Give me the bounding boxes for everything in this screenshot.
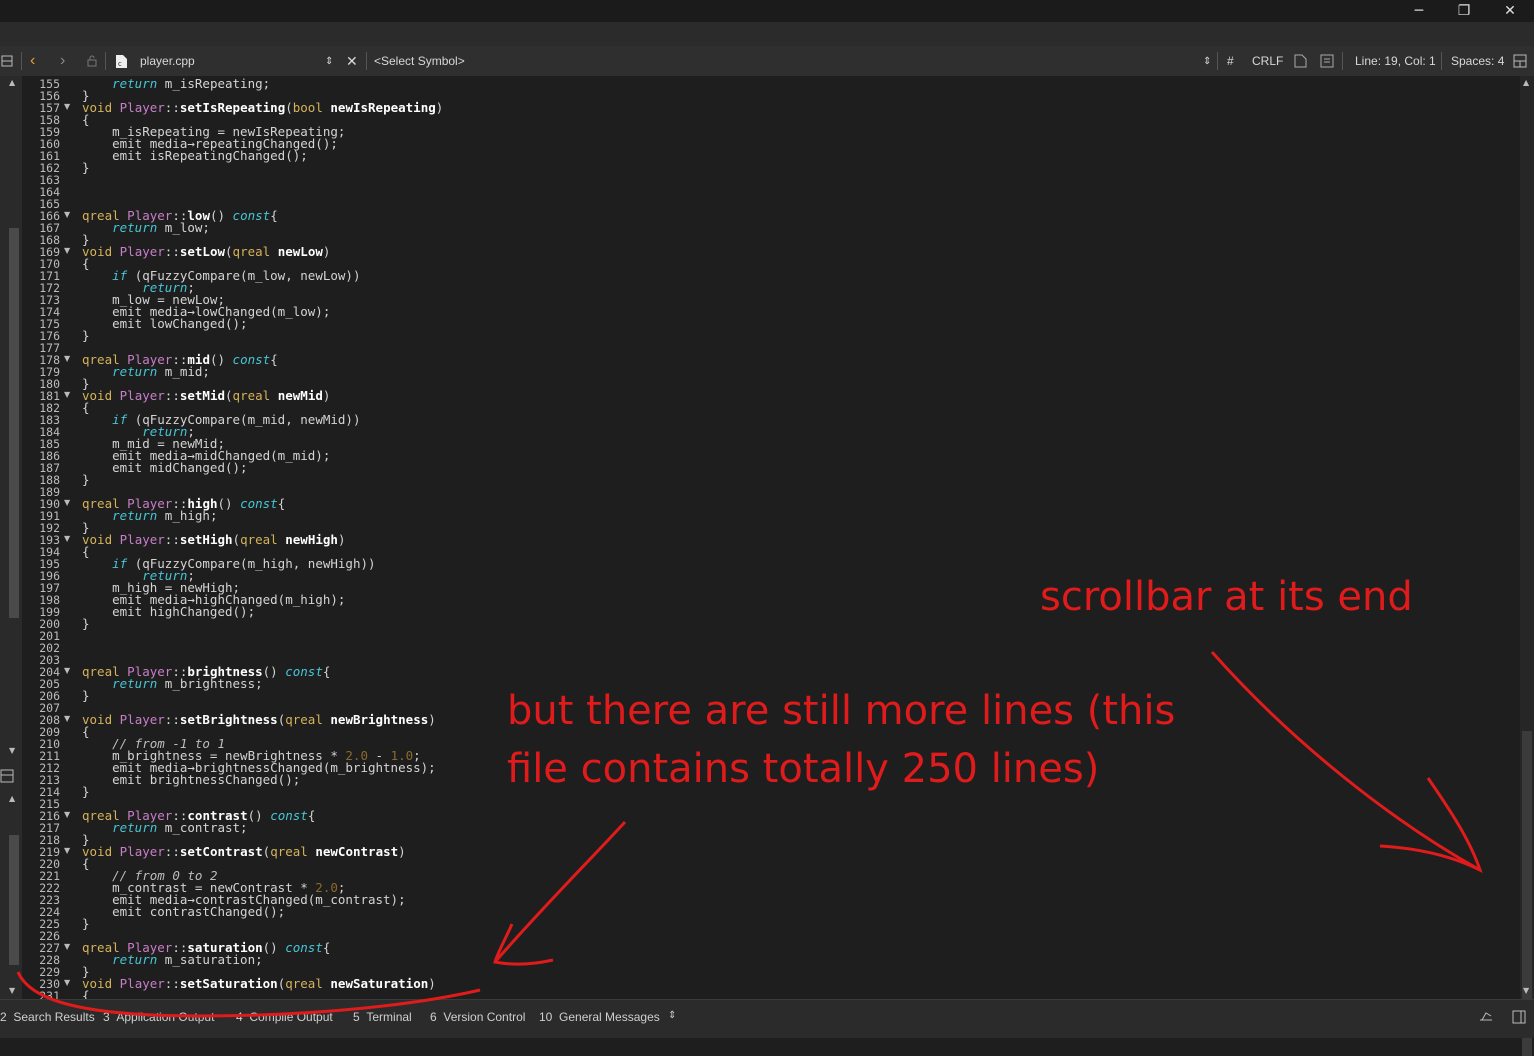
annotation-arrows [16,651,1483,1018]
